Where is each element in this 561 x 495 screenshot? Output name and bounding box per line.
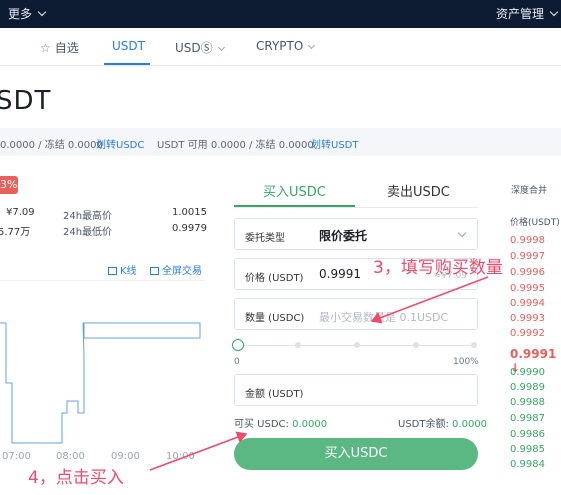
trading-page: 更多 资产管理 ☆ 自选 USDT USDⓈ CRYPTO SDT 0.0000 … — [0, 0, 561, 495]
annotation-step4: 4，点击买入 — [28, 468, 124, 488]
arrow-step4 — [149, 431, 248, 471]
arrow-step3 — [370, 276, 489, 324]
annotation-arrows — [149, 276, 489, 471]
annotation-step3: 3，填写购买数量 — [373, 258, 503, 278]
